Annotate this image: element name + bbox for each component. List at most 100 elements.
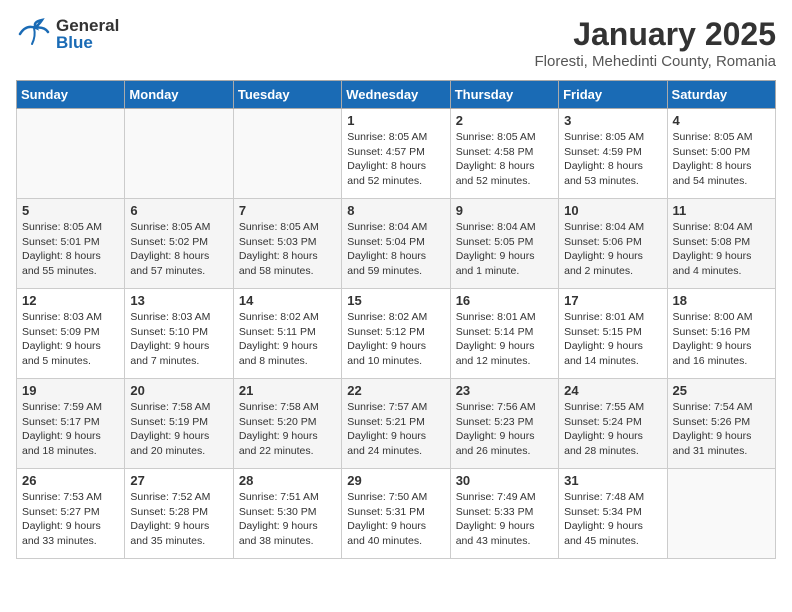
day-number: 12 [22,293,119,308]
calendar-table: SundayMondayTuesdayWednesdayThursdayFrid… [16,80,776,559]
day-number: 11 [673,203,770,218]
calendar-cell: 7 Sunrise: 8:05 AM Sunset: 5:03 PM Daylig… [233,199,341,289]
day-info: Sunrise: 7:57 AM Sunset: 5:21 PM Dayligh… [347,400,444,459]
calendar-cell: 27Sunrise: 7:52 AM Sunset: 5:28 PM Dayli… [125,469,233,559]
calendar-cell: 25Sunrise: 7:54 AM Sunset: 5:26 PM Dayli… [667,379,775,469]
day-number: 20 [130,383,227,398]
day-info: Sunrise: 8:05 AM Sunset: 5:03 PM Dayligh… [239,220,336,279]
day-info: Sunrise: 7:59 AM Sunset: 5:17 PM Dayligh… [22,400,119,459]
day-info: Sunrise: 7:50 AM Sunset: 5:31 PM Dayligh… [347,490,444,549]
logo-general: General [56,17,119,34]
day-number: 1 [347,113,444,128]
day-info: Sunrise: 8:05 AM Sunset: 4:57 PM Dayligh… [347,130,444,189]
day-info: Sunrise: 8:03 AM Sunset: 5:10 PM Dayligh… [130,310,227,369]
day-number: 31 [564,473,661,488]
logo: General Blue [16,16,119,52]
day-number: 26 [22,473,119,488]
calendar-cell: 5Sunrise: 8:05 AM Sunset: 5:01 PM Daylig… [17,199,125,289]
calendar-cell: 26Sunrise: 7:53 AM Sunset: 5:27 PM Dayli… [17,469,125,559]
day-info: Sunrise: 7:58 AM Sunset: 5:20 PM Dayligh… [239,400,336,459]
calendar-cell: 13Sunrise: 8:03 AM Sunset: 5:10 PM Dayli… [125,289,233,379]
day-header-saturday: Saturday [667,81,775,109]
week-row-5: 26Sunrise: 7:53 AM Sunset: 5:27 PM Dayli… [17,469,776,559]
day-number: 29 [347,473,444,488]
day-info: Sunrise: 8:01 AM Sunset: 5:14 PM Dayligh… [456,310,553,369]
calendar-cell [233,109,341,199]
day-info: Sunrise: 8:02 AM Sunset: 5:11 PM Dayligh… [239,310,336,369]
day-number: 27 [130,473,227,488]
day-number: 22 [347,383,444,398]
day-info: Sunrise: 7:56 AM Sunset: 5:23 PM Dayligh… [456,400,553,459]
calendar-cell: 30 Sunrise: 7:49 AM Sunset: 5:33 PM Dayli… [450,469,558,559]
day-info: Sunrise: 8:05 AM Sunset: 4:58 PM Dayligh… [456,130,553,189]
calendar-subtitle: Floresti, Mehedinti County, Romania [535,53,777,70]
day-info: Sunrise: 8:04 AM Sunset: 5:08 PM Dayligh… [673,220,770,279]
week-row-4: 19 Sunrise: 7:59 AM Sunset: 5:17 PM Dayli… [17,379,776,469]
day-number: 19 [22,383,119,398]
calendar-cell: 15 Sunrise: 8:02 AM Sunset: 5:12 PM Dayli… [342,289,450,379]
calendar-cell: 8Sunrise: 8:04 AM Sunset: 5:04 PM Daylig… [342,199,450,289]
day-header-monday: Monday [125,81,233,109]
calendar-cell: 21 Sunrise: 7:58 AM Sunset: 5:20 PM Dayli… [233,379,341,469]
calendar-cell [17,109,125,199]
day-number: 3 [564,113,661,128]
calendar-cell: 3 Sunrise: 8:05 AM Sunset: 4:59 PM Daylig… [559,109,667,199]
calendar-cell: 6Sunrise: 8:05 AM Sunset: 5:02 PM Daylig… [125,199,233,289]
day-number: 4 [673,113,770,128]
day-info: Sunrise: 8:04 AM Sunset: 5:06 PM Dayligh… [564,220,661,279]
calendar-cell [125,109,233,199]
day-info: Sunrise: 8:01 AM Sunset: 5:15 PM Dayligh… [564,310,661,369]
calendar-cell: 4Sunrise: 8:05 AM Sunset: 5:00 PM Daylig… [667,109,775,199]
calendar-cell: 17 Sunrise: 8:01 AM Sunset: 5:15 PM Dayli… [559,289,667,379]
calendar-cell: 20 Sunrise: 7:58 AM Sunset: 5:19 PM Dayli… [125,379,233,469]
calendar-cell: 11 Sunrise: 8:04 AM Sunset: 5:08 PM Dayli… [667,199,775,289]
logo-text-block: General Blue [56,17,119,51]
day-number: 23 [456,383,553,398]
calendar-cell: 12Sunrise: 8:03 AM Sunset: 5:09 PM Dayli… [17,289,125,379]
calendar-cell: 2 Sunrise: 8:05 AM Sunset: 4:58 PM Daylig… [450,109,558,199]
day-number: 9 [456,203,553,218]
calendar-cell: 22 Sunrise: 7:57 AM Sunset: 5:21 PM Dayli… [342,379,450,469]
day-number: 14 [239,293,336,308]
calendar-cell: 1 Sunrise: 8:05 AM Sunset: 4:57 PM Daylig… [342,109,450,199]
page-header: General Blue January 2025 Floresti, Mehe… [16,16,776,70]
day-info: Sunrise: 7:54 AM Sunset: 5:26 PM Dayligh… [673,400,770,459]
day-headers-row: SundayMondayTuesdayWednesdayThursdayFrid… [17,81,776,109]
calendar-cell: 28Sunrise: 7:51 AM Sunset: 5:30 PM Dayli… [233,469,341,559]
day-header-friday: Friday [559,81,667,109]
day-number: 7 [239,203,336,218]
week-row-1: 1 Sunrise: 8:05 AM Sunset: 4:57 PM Daylig… [17,109,776,199]
day-info: Sunrise: 7:49 AM Sunset: 5:33 PM Dayligh… [456,490,553,549]
calendar-cell: 14 Sunrise: 8:02 AM Sunset: 5:11 PM Dayli… [233,289,341,379]
logo-bird-icon [16,16,52,52]
day-info: Sunrise: 7:55 AM Sunset: 5:24 PM Dayligh… [564,400,661,459]
day-header-wednesday: Wednesday [342,81,450,109]
day-number: 24 [564,383,661,398]
day-header-tuesday: Tuesday [233,81,341,109]
day-info: Sunrise: 7:58 AM Sunset: 5:19 PM Dayligh… [130,400,227,459]
day-number: 15 [347,293,444,308]
calendar-cell: 18Sunrise: 8:00 AM Sunset: 5:16 PM Dayli… [667,289,775,379]
day-number: 17 [564,293,661,308]
day-number: 2 [456,113,553,128]
title-block: January 2025 Floresti, Mehedinti County,… [535,16,777,70]
day-number: 21 [239,383,336,398]
day-number: 18 [673,293,770,308]
calendar-cell: 16Sunrise: 8:01 AM Sunset: 5:14 PM Dayli… [450,289,558,379]
calendar-cell: 23 Sunrise: 7:56 AM Sunset: 5:23 PM Dayli… [450,379,558,469]
day-number: 30 [456,473,553,488]
day-number: 10 [564,203,661,218]
day-header-sunday: Sunday [17,81,125,109]
calendar-cell [667,469,775,559]
day-header-thursday: Thursday [450,81,558,109]
calendar-cell: 19 Sunrise: 7:59 AM Sunset: 5:17 PM Dayli… [17,379,125,469]
day-info: Sunrise: 8:04 AM Sunset: 5:04 PM Dayligh… [347,220,444,279]
calendar-title: January 2025 [535,16,777,53]
calendar-cell: 9 Sunrise: 8:04 AM Sunset: 5:05 PM Daylig… [450,199,558,289]
day-info: Sunrise: 8:05 AM Sunset: 4:59 PM Dayligh… [564,130,661,189]
day-info: Sunrise: 8:04 AM Sunset: 5:05 PM Dayligh… [456,220,553,279]
day-info: Sunrise: 7:48 AM Sunset: 5:34 PM Dayligh… [564,490,661,549]
logo-blue: Blue [56,34,119,51]
day-info: Sunrise: 8:02 AM Sunset: 5:12 PM Dayligh… [347,310,444,369]
week-row-3: 12Sunrise: 8:03 AM Sunset: 5:09 PM Dayli… [17,289,776,379]
